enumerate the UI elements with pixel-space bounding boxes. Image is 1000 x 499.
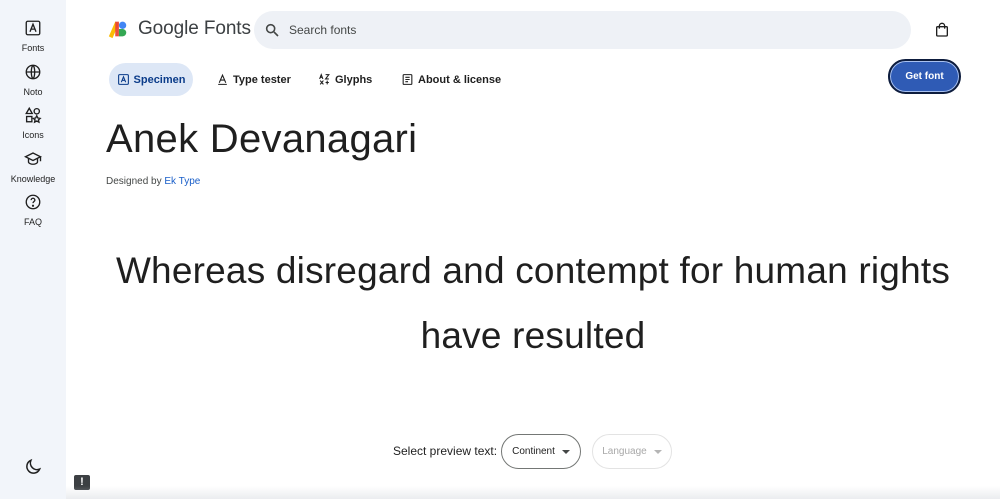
chevron-down-icon: [653, 449, 662, 454]
tab-type-tester[interactable]: Type tester: [216, 63, 291, 96]
google-fonts-logo-icon: [108, 21, 127, 39]
specimen-preview-text: Whereas disregard and contempt for human…: [66, 238, 1000, 368]
tab-glyphs[interactable]: Glyphs: [318, 63, 372, 96]
rail-label-faq: FAQ: [23, 217, 42, 227]
designer-line: Designed by Ek Type: [106, 176, 200, 187]
rail-label-knowledge: Knowledge: [10, 174, 56, 184]
language-dropdown-value: Language: [602, 446, 647, 457]
search-icon: [265, 23, 279, 37]
continent-dropdown-value: Continent: [512, 446, 555, 457]
logo-text: Google Fonts: [138, 18, 251, 39]
search-bar[interactable]: [254, 11, 911, 49]
get-font-button[interactable]: Get font: [888, 59, 961, 94]
text-cursor-icon: [218, 73, 227, 85]
rail-label-fonts: Fonts: [21, 43, 45, 53]
tab-label-specimen: Specimen: [133, 73, 186, 86]
designed-by-prefix: Designed by: [106, 176, 162, 187]
preview-text-label: Select preview text:: [393, 444, 498, 458]
continent-dropdown[interactable]: Continent: [501, 434, 581, 469]
bottom-edge-shadow: [66, 486, 1000, 499]
rail-item-fonts[interactable]: Fonts: [0, 19, 66, 53]
rail-label-noto: Noto: [23, 87, 43, 97]
rail-item-knowledge[interactable]: Knowledge: [0, 150, 66, 184]
globe-icon: [25, 64, 41, 80]
language-dropdown[interactable]: Language: [592, 434, 672, 469]
rail-item-noto[interactable]: Noto: [0, 63, 66, 97]
tab-label-about-license: About & license: [418, 73, 502, 86]
help-circle-icon: [25, 194, 41, 210]
graduation-cap-icon: [24, 152, 42, 165]
rail-item-faq[interactable]: FAQ: [0, 193, 66, 227]
specimen-line-1: Whereas disregard and contempt for human…: [115, 250, 951, 291]
rail-label-icons: Icons: [22, 130, 44, 140]
chevron-down-icon: [561, 449, 570, 454]
tab-about-license[interactable]: About & license: [401, 63, 501, 96]
glyphs-icon: [319, 73, 330, 85]
shopping-bag-icon[interactable]: [934, 22, 950, 38]
dark-mode-moon-icon[interactable]: [23, 457, 43, 477]
designer-link[interactable]: Ek Type: [164, 176, 200, 187]
tab-label-glyphs: Glyphs: [335, 73, 373, 86]
font-title: Anek Devanagari: [106, 117, 418, 161]
font-icon: [25, 20, 41, 36]
font-box-icon: [117, 74, 129, 85]
search-input[interactable]: [289, 23, 869, 37]
google-fonts-logo[interactable]: Google Fonts: [107, 18, 251, 40]
rail-item-icons[interactable]: Icons: [0, 106, 66, 140]
side-nav-rail: Fonts Noto Icons Knowledge FAQ: [0, 0, 66, 499]
shapes-icon: [25, 106, 42, 124]
article-icon: [402, 74, 413, 85]
tab-label-type-tester: Type tester: [233, 73, 291, 86]
specimen-line-2: have resulted: [420, 315, 646, 356]
tab-specimen[interactable]: Specimen: [109, 63, 193, 96]
